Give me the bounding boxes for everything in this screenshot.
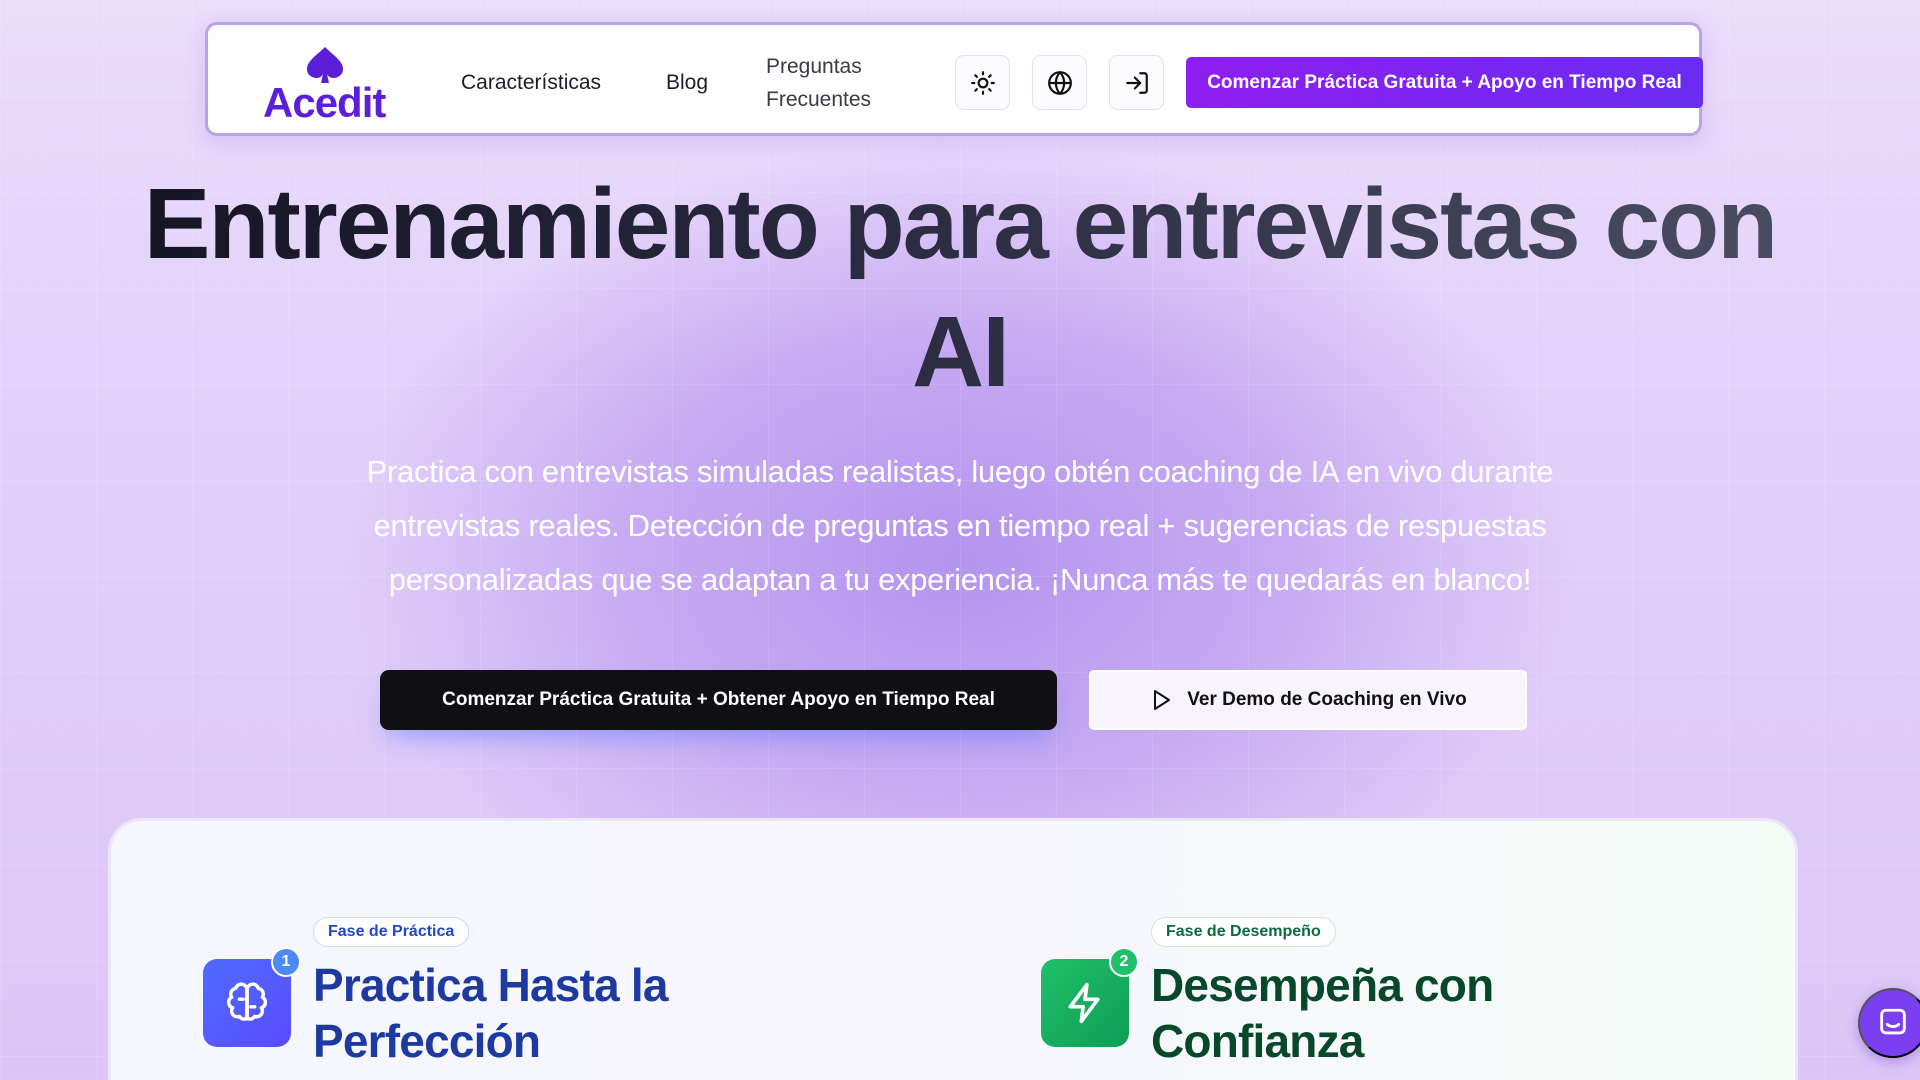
phase-title: Desempeña con Confianza [1151,959,1494,1067]
hero-title-line2: AI [912,296,1008,408]
brand-logo[interactable]: Acedit [263,45,393,126]
nav-link-blog[interactable]: Blog [666,66,708,99]
lightning-icon [1068,982,1100,1024]
login-icon [1125,71,1148,94]
language-button[interactable] [1032,55,1087,110]
brand-name: Acedit [263,79,386,126]
nav-faq-line1: Preguntas [766,55,862,78]
hero-subtitle: Practica con entrevistas simuladas reali… [366,454,1554,597]
watch-demo-button[interactable]: Ver Demo de Coaching en Vivo [1089,670,1527,730]
play-icon [1154,690,1171,710]
phase-label-badge: Fase de Desempeño [1151,917,1336,947]
brain-icon [226,982,268,1021]
chat-icon [1880,1008,1906,1035]
phase-label-badge: Fase de Práctica [313,917,470,947]
login-button[interactable] [1109,55,1164,110]
phase-number-badge: 2 [1109,947,1139,977]
nav-link-faq[interactable]: Preguntas Frecuentes [766,50,896,116]
phases-card: 1 Fase de Práctica Practica Hasta la Per… [108,818,1798,1080]
hero-title: Entrenamiento para entrevistas con AI [100,160,1820,416]
top-navbar: Acedit Características Blog Preguntas Fr… [205,22,1703,136]
nav-faq-line2: Frecuentes [766,88,872,111]
hero-title-line1: Entrenamiento para entrevistas con [143,168,1777,280]
theme-toggle-button[interactable] [955,55,1010,110]
watch-demo-label: Ver Demo de Coaching en Vivo [1187,689,1467,710]
globe-icon [1047,70,1072,95]
chat-widget-button[interactable] [1858,988,1920,1058]
start-practice-button[interactable]: Comenzar Práctica Gratuita + Obtener Apo… [380,670,1057,730]
phase-title: Practica Hasta la Perfección [313,959,668,1067]
sun-icon [970,70,995,95]
nav-link-features[interactable]: Características [461,66,601,99]
nav-cta-button[interactable]: Comenzar Práctica Gratuita + Apoyo en Ti… [1186,57,1703,108]
phase-number-badge: 1 [271,947,301,977]
